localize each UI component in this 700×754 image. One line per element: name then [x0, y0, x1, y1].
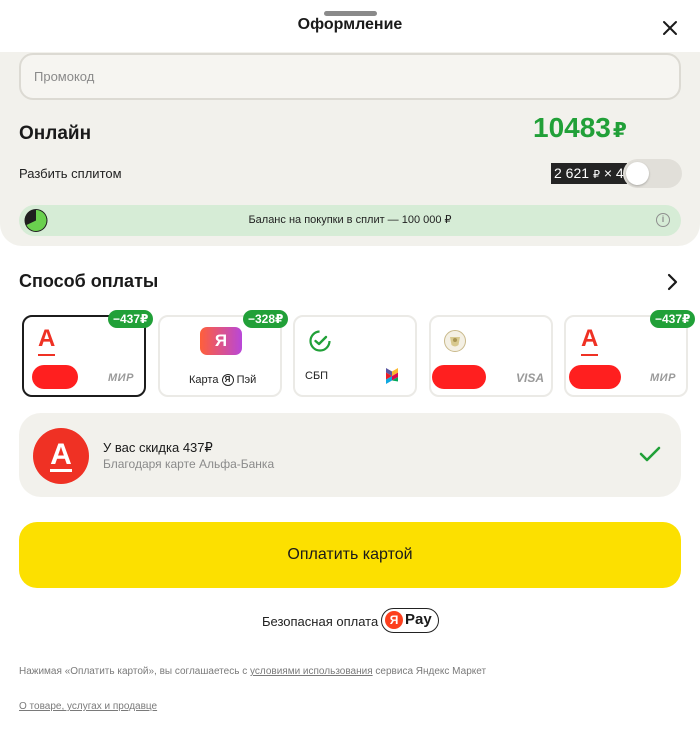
payment-type-label: Онлайн — [19, 123, 92, 144]
pay-by-card-button[interactable]: Оплатить картой — [19, 522, 681, 588]
yandex-pay-circle-icon: Я — [385, 611, 403, 629]
chevron-right-icon[interactable] — [664, 272, 680, 292]
split-currency: ₽ — [592, 169, 600, 181]
redacted-card-number — [569, 365, 621, 389]
yandex-pay-logo: Я — [200, 327, 242, 355]
alfa-bank-logo: А — [581, 325, 599, 356]
card-caption-pre: Карта — [189, 374, 219, 386]
tinkoff-emblem-icon — [444, 330, 466, 352]
sbp-logo-icon — [386, 368, 398, 384]
discount-banner: А У вас скидка 437₽ Благодаря карте Альф… — [19, 413, 681, 497]
split-toggle[interactable] — [623, 159, 682, 188]
split-amount: 2 621 ₽ × 4 — [551, 163, 627, 184]
terms-text: Нажимая «Оплатить картой», вы соглашаете… — [19, 666, 486, 677]
visa-network-logo: VISA — [516, 371, 545, 385]
promo-code-field[interactable] — [19, 53, 681, 100]
yandex-circle-icon: Я — [221, 374, 234, 387]
yandex-pay-badge: Я Pay — [381, 608, 439, 633]
secure-payment-text: Безопасная оплата с — [262, 614, 389, 629]
terms-pre: Нажимая «Оплатить картой», вы соглашаете… — [19, 666, 250, 677]
page-title: Оформление — [297, 16, 403, 33]
payment-card-tinkoff-visa[interactable]: VISA — [429, 315, 553, 397]
alfa-bank-underline — [50, 469, 72, 472]
mir-network-logo: МИР — [108, 372, 134, 384]
card-caption: Карта Я Пэй — [189, 374, 257, 387]
yandex-pay-badge-text: Pay — [405, 611, 432, 628]
discount-badge: −328₽ — [243, 310, 289, 328]
payment-card-sbp[interactable]: СБП — [293, 315, 417, 397]
redacted-card-number — [32, 365, 78, 389]
alfa-bank-letter: А — [50, 438, 72, 471]
product-info-link[interactable]: О товаре, услугах и продавце — [19, 701, 157, 712]
card-caption: СБП — [305, 370, 329, 382]
total-amount: 10483 — [533, 112, 611, 143]
split-toggle-knob — [626, 162, 649, 185]
terms-post: сервиса Яндекс Маркет — [372, 666, 487, 677]
redacted-card-number — [432, 365, 486, 389]
promo-code-input[interactable] — [21, 55, 679, 98]
card-caption-post: Пэй — [236, 374, 257, 386]
order-total: 10483 ₽ — [533, 112, 627, 144]
sber-logo-icon — [309, 330, 331, 352]
check-icon — [639, 446, 661, 462]
payment-method-title: Способ оплаты — [19, 271, 159, 291]
discount-title: У вас скидка 437₽ — [103, 440, 213, 455]
close-button[interactable] — [656, 14, 684, 42]
alfa-bank-logo: А — [33, 428, 89, 484]
total-currency: ₽ — [612, 120, 627, 142]
discount-badge: −437₽ — [650, 310, 696, 328]
discount-badge: −437₽ — [108, 310, 154, 328]
alfa-bank-logo: А — [38, 325, 56, 356]
info-icon[interactable]: i — [656, 213, 670, 227]
split-balance-banner: Баланс на покупки в сплит — 100 000 ₽ i — [19, 205, 681, 236]
close-icon[interactable] — [656, 14, 684, 42]
mir-network-logo: МИР — [650, 372, 676, 384]
discount-subtitle: Благодаря карте Альфа-Банка — [103, 457, 275, 471]
split-amount-value: 2 621 — [554, 165, 590, 181]
terms-link[interactable]: условиями использования — [250, 666, 373, 677]
split-balance-text: Баланс на покупки в сплит — 100 000 ₽ — [248, 214, 452, 226]
split-times: × 4 — [603, 165, 624, 181]
split-label: Разбить сплитом — [19, 166, 122, 181]
